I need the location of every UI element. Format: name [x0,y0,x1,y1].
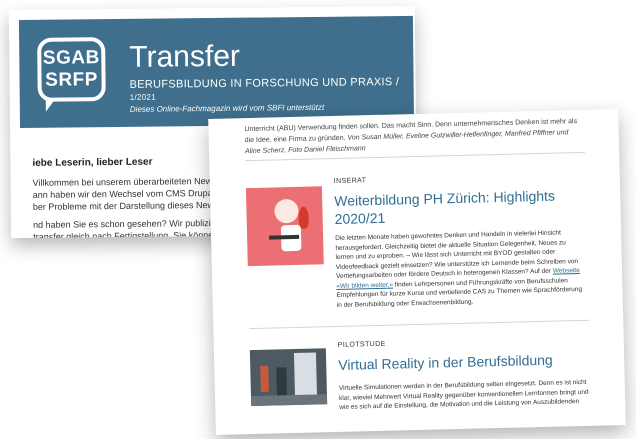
logo-line-1: SGAB [42,47,100,69]
magazine-subtitle: BERUFSBILDUNG IN FORSCHUNG UND PRAXIS / … [130,76,414,103]
intro-line-5: transfer gleich nach Fertigstellung. Sie… [33,229,233,239]
greeting-heading: iebe Leserin, lieber Leser [32,156,153,169]
newsletter-front-page: Unterricht (ABU) Verwendung finden solle… [208,109,626,435]
magazine-title: Transfer [129,39,241,74]
article-body-start: Die letzten Monate haben gewohntes Denke… [335,229,579,280]
article-body: Die letzten Monate haben gewohntes Denke… [335,228,587,310]
intro-line-4: nd haben Sie es schon gesehen? Wir publi… [33,217,229,230]
intro-line-2: ann haben wir den Wechsel vom CMS Drupal… [32,187,230,200]
newsletter-header: SGAB SRFP Transfer BERUFSBILDUNG IN FORS… [18,15,415,129]
previous-article-excerpt: Unterricht (ABU) Verwendung finden solle… [244,116,585,157]
issue-number: 1/2021 [129,92,157,102]
magazine-tagline: Dieses Online-Fachmagazin wird vom SBFI … [129,102,325,114]
intro-line-3: ber Probleme mit der Darstellung dieses … [32,199,231,212]
article-thumbnail-photo[interactable] [249,348,328,407]
logo-line-2: SRFP [45,69,99,91]
divider [249,319,590,330]
article-body: Virtuelle Simulationen werden in der Ber… [338,378,589,411]
sgab-logo: SGAB SRFP [37,37,106,102]
intro-line-1: Villkommen bei unserem überarbeiteten Ne… [32,175,234,188]
article-thumbnail-illustration[interactable] [245,186,324,267]
article-category: PILOTSTUDE [337,340,386,349]
article-headline-link[interactable]: Weiterbildung PH Zürich: Highlights 2020… [334,186,587,228]
logo-speech-tail-icon [45,99,55,112]
subtitle-text: BERUFSBILDUNG IN FORSCHUNG UND PRAXIS / [129,76,400,91]
article-category: INSERAT [333,177,367,186]
article-headline-link[interactable]: Virtual Reality in der Berufsbildung [338,350,590,374]
